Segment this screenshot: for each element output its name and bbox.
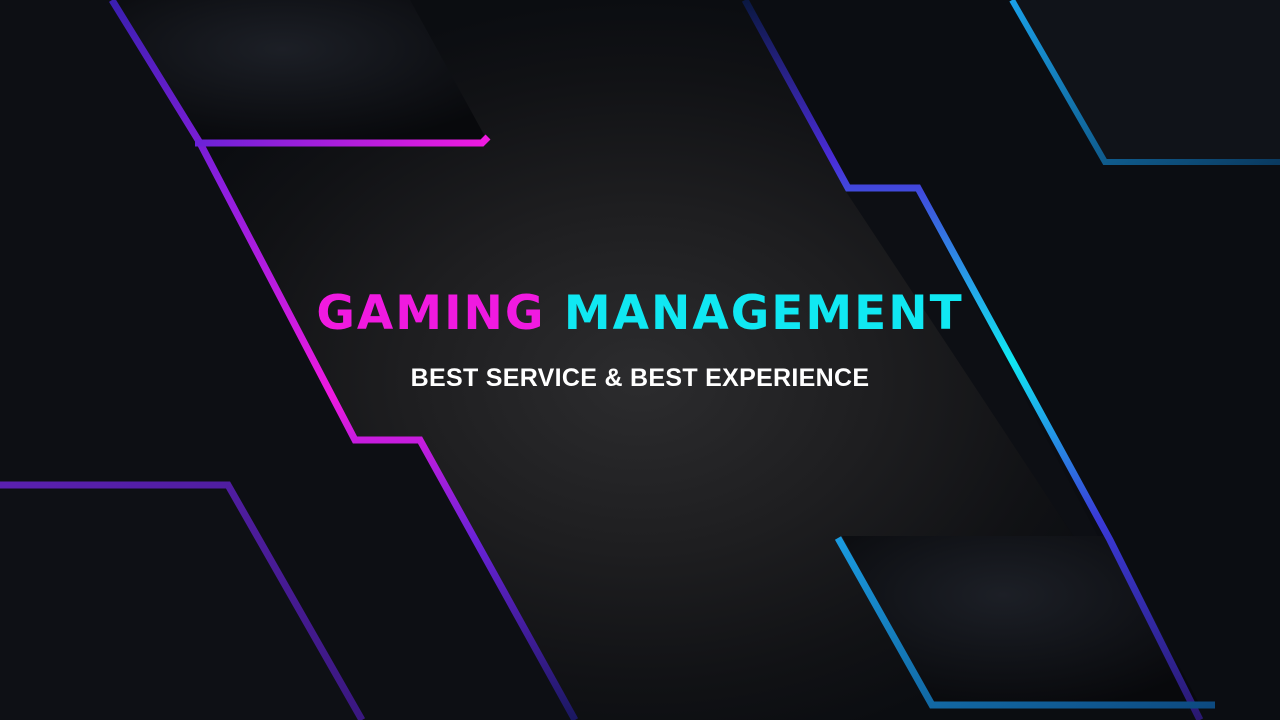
background-graphic [0, 0, 1280, 720]
banner-canvas: GAMING MANAGEMENT BEST SERVICE & BEST EX… [0, 0, 1280, 720]
banner-title: GAMING MANAGEMENT [0, 282, 1280, 346]
banner-subtitle: BEST SERVICE & BEST EXPERIENCE [410, 364, 870, 392]
title-word-gaming: GAMING [316, 286, 546, 341]
title-word-management: MANAGEMENT [563, 286, 964, 341]
